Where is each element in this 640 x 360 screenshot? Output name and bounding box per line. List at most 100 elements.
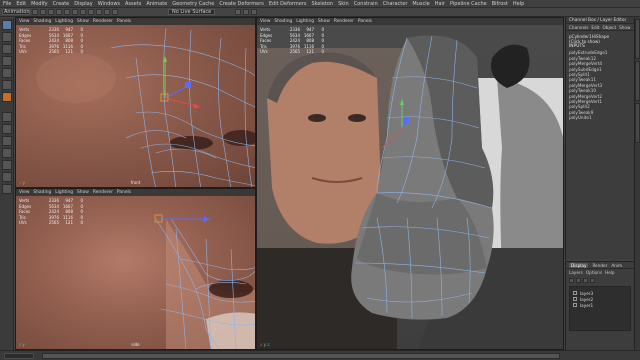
tab-render[interactable]: Render — [592, 263, 607, 268]
cb-menu-channels[interactable]: Channels — [569, 25, 588, 30]
tab-display[interactable]: Display — [569, 262, 589, 268]
input-node[interactable]: polyUnite1 — [569, 115, 634, 120]
persp-outliner-layout-icon[interactable] — [1, 172, 12, 182]
vp-menu-panels[interactable]: Panels — [358, 19, 372, 24]
layer-toolbar — [566, 276, 634, 285]
new-layer-icon[interactable] — [583, 278, 588, 283]
menu-animate[interactable]: Animate — [146, 1, 167, 7]
selected-object-name[interactable]: pCylinder1HiShape (Click to show) — [566, 31, 634, 44]
snap-grid-icon[interactable] — [96, 9, 102, 15]
layer-menu-options[interactable]: Options — [586, 270, 602, 275]
render-icon[interactable] — [235, 9, 242, 15]
vp-menu-renderer[interactable]: Renderer — [334, 19, 354, 24]
custom-layout-icon[interactable] — [1, 184, 12, 194]
menu-skeleton[interactable]: Skeleton — [311, 1, 333, 7]
vp-menu-show[interactable]: Show — [318, 19, 330, 24]
menu-pipeline-cache[interactable]: Pipeline Cache — [450, 1, 487, 7]
outliner-layout-icon[interactable] — [1, 160, 12, 170]
cb-menu-show[interactable]: Show — [619, 25, 630, 30]
layer-editor: Display Render Anim Layers Options Help … — [565, 261, 634, 350]
rotate-tool-icon[interactable] — [1, 68, 12, 78]
channel-box-tab[interactable] — [635, 19, 640, 59]
menu-create[interactable]: Create — [53, 1, 70, 7]
command-line-field[interactable] — [4, 352, 34, 359]
menu-create-deformers[interactable]: Create Deformers — [219, 1, 264, 7]
viewport-front[interactable]: View Shading Lighting Show Renderer Pane… — [15, 17, 256, 188]
menu-skin[interactable]: Skin — [338, 1, 349, 7]
side-by-side-layout-icon[interactable] — [1, 136, 12, 146]
menu-edit-deformers[interactable]: Edit Deformers — [269, 1, 307, 7]
snap-curve-icon[interactable] — [104, 9, 110, 15]
new-scene-icon[interactable] — [32, 9, 38, 15]
viewport-side[interactable]: View Shading Lighting Show Renderer Pane… — [15, 188, 256, 350]
menu-bifrost[interactable]: Bifrost — [492, 1, 508, 7]
menu-hair[interactable]: Hair — [435, 1, 445, 7]
visibility-toggle-icon[interactable] — [573, 291, 577, 295]
single-view-layout-icon[interactable] — [1, 112, 12, 122]
vp-menu-shading[interactable]: Shading — [33, 19, 51, 24]
menu-assets[interactable]: Assets — [125, 1, 141, 7]
menu-geometry-cache[interactable]: Geometry Cache — [172, 1, 214, 7]
attribute-editor-tab[interactable] — [635, 61, 640, 101]
menu-muscle[interactable]: Muscle — [412, 1, 429, 7]
snap-point-icon[interactable] — [112, 9, 118, 15]
new-layer-selected-icon[interactable] — [590, 278, 595, 283]
menu-set-selector[interactable]: Animation — [2, 9, 30, 15]
vp-menu-lighting[interactable]: Lighting — [296, 19, 314, 24]
cb-menu-edit[interactable]: Edit — [591, 25, 599, 30]
vp-menu-view[interactable]: View — [19, 19, 29, 24]
visibility-toggle-icon[interactable] — [573, 297, 577, 301]
ipr-render-icon[interactable] — [243, 9, 250, 15]
vp-menu-show[interactable]: Show — [77, 190, 89, 195]
move-tool-icon[interactable] — [1, 56, 12, 66]
open-scene-icon[interactable] — [40, 9, 46, 15]
visibility-toggle-icon[interactable] — [573, 303, 577, 307]
vp-menu-renderer[interactable]: Renderer — [93, 19, 113, 24]
menu-modify[interactable]: Modify — [31, 1, 48, 7]
undo-icon[interactable] — [56, 9, 62, 15]
select-hierarchy-icon[interactable] — [72, 9, 78, 15]
poly-count-hud: Verts 2336 947 0 Edges 5634 1667 0 Faces 2424 80… — [260, 27, 324, 55]
redo-icon[interactable] — [64, 9, 70, 15]
vp-menu-view[interactable]: View — [19, 190, 29, 195]
vp-menu-panels[interactable]: Panels — [117, 190, 131, 195]
move-layer-up-icon[interactable] — [569, 278, 574, 283]
layer-tabs: Display Render Anim — [566, 262, 634, 269]
render-settings-icon[interactable] — [251, 9, 258, 15]
layer-menu-help[interactable]: Help — [605, 270, 615, 275]
vp-menu-panels[interactable]: Panels — [117, 19, 131, 24]
menu-help[interactable]: Help — [513, 1, 524, 7]
four-view-layout-icon[interactable] — [1, 124, 12, 134]
vp-menu-shading[interactable]: Shading — [33, 190, 51, 195]
save-scene-icon[interactable] — [48, 9, 54, 15]
last-tool-icon[interactable] — [1, 92, 12, 102]
vp-menu-show[interactable]: Show — [77, 19, 89, 24]
vp-menu-lighting[interactable]: Lighting — [55, 19, 73, 24]
lasso-tool-icon[interactable] — [1, 32, 12, 42]
layer-row[interactable]: layer1 — [570, 302, 630, 308]
paint-select-tool-icon[interactable] — [1, 44, 12, 54]
help-line — [42, 352, 560, 359]
vp-menu-renderer[interactable]: Renderer — [93, 190, 113, 195]
menu-constrain[interactable]: Constrain — [354, 1, 378, 7]
persp-graph-layout-icon[interactable] — [1, 148, 12, 158]
vp-menu-lighting[interactable]: Lighting — [55, 190, 73, 195]
select-tool-icon[interactable] — [1, 20, 12, 30]
viewport-persp[interactable]: View Shading Lighting Show Renderer Pane… — [256, 17, 564, 350]
menu-display[interactable]: Display — [74, 1, 92, 7]
layer-menu-layers[interactable]: Layers — [569, 270, 583, 275]
menu-character[interactable]: Character — [383, 1, 408, 7]
tool-settings-tab[interactable] — [635, 103, 640, 143]
menu-file[interactable]: File — [3, 1, 11, 7]
tab-anim[interactable]: Anim — [611, 263, 622, 268]
vp-menu-shading[interactable]: Shading — [274, 19, 292, 24]
vp-menu-view[interactable]: View — [260, 19, 270, 24]
menu-edit[interactable]: Edit — [16, 1, 26, 7]
live-surface-field[interactable]: No Live Surface — [168, 9, 216, 15]
select-component-icon[interactable] — [88, 9, 94, 15]
menu-windows[interactable]: Windows — [98, 1, 120, 7]
move-layer-down-icon[interactable] — [576, 278, 581, 283]
cb-menu-object[interactable]: Object — [602, 25, 616, 30]
select-object-icon[interactable] — [80, 9, 86, 15]
scale-tool-icon[interactable] — [1, 80, 12, 90]
